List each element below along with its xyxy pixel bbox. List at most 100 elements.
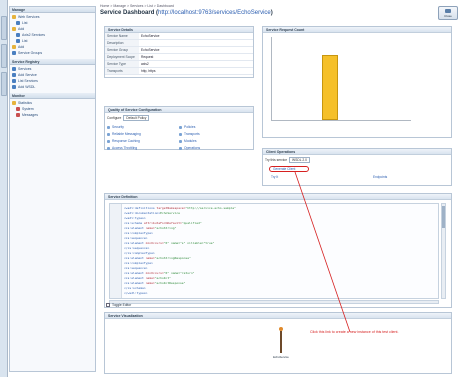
title-suffix: ) xyxy=(270,10,273,16)
link-icon xyxy=(107,133,110,136)
code-tag: </xs:schema> xyxy=(124,286,146,290)
folder-icon xyxy=(12,15,16,19)
panel-title: Service Definition xyxy=(105,194,451,200)
qos-link[interactable]: Operations xyxy=(179,145,251,152)
qos-link[interactable]: Security xyxy=(107,124,179,131)
request-count-chart xyxy=(271,37,411,121)
client-select-label: Try this service xyxy=(265,158,288,162)
link-icon xyxy=(179,126,182,129)
chart-bar xyxy=(322,55,339,120)
sidebar-item-label: Messages xyxy=(22,113,38,117)
code-tag: </xs:complexType> xyxy=(124,251,155,255)
vertical-tab-strip xyxy=(0,0,8,377)
qos-link-label: Reliable Messaging xyxy=(112,132,141,136)
code-value: "echoString" xyxy=(154,226,177,230)
detail-value: http, https xyxy=(139,68,253,75)
generate-client-link[interactable]: Generate Client xyxy=(269,166,309,172)
code-tag: <xs:element xyxy=(124,226,146,230)
horizontal-scrollbar[interactable] xyxy=(109,300,439,304)
code-tag: <xs:sequence> xyxy=(124,236,148,240)
close-button-label: Close xyxy=(444,13,452,18)
qos-config-label: Configure xyxy=(107,116,122,120)
tab-manage[interactable] xyxy=(1,16,7,40)
service-node[interactable]: EchoService xyxy=(273,327,289,361)
service-definition-panel: Service Definition <wsdl:definitions tar… xyxy=(104,193,452,308)
code-value: "0" name="return" xyxy=(163,271,195,275)
annotation-note: Click this link to create a new instance… xyxy=(310,330,399,334)
code-tag: <xs:schema xyxy=(124,221,144,225)
qos-link[interactable]: Access Throttling xyxy=(107,145,179,152)
panel-title: Service Visualization xyxy=(105,313,451,319)
code-tag: <xs:complexType> xyxy=(124,261,153,265)
detail-key: Transports xyxy=(105,68,139,75)
code-attribute: minOccurs= xyxy=(145,271,164,275)
folder-icon xyxy=(12,27,16,31)
service-icon xyxy=(12,67,16,71)
details-grid: Service Name EchoService Description Servic… xyxy=(105,33,253,75)
code-tag: <xs:sequence> xyxy=(124,266,148,270)
sidebar-item-label: Add WSDL xyxy=(18,85,36,89)
service-icon xyxy=(16,107,20,111)
sidebar: Manage Web Services List Add Axis2 Services… xyxy=(9,6,96,372)
page-header: Home > Manage > Services > List > Dashbo… xyxy=(100,4,458,20)
code-tag: <xs:element xyxy=(124,271,146,275)
toggle-editor-label: Toggle Editor xyxy=(112,303,132,307)
qos-link-label: Operations xyxy=(184,146,201,150)
endpoints-link[interactable]: Endpoints xyxy=(373,175,387,179)
qos-panel: Quality of Service Configuration Configu… xyxy=(104,106,254,150)
qos-policy-select[interactable]: Default Policy xyxy=(123,115,150,121)
title-prefix: Service Dashboard ( xyxy=(100,10,159,16)
page-title: Service Dashboard (http://localhost:9763… xyxy=(100,10,452,16)
code-value: "echoIntResponse" xyxy=(154,281,186,285)
qos-link[interactable]: Reliable Messaging xyxy=(107,131,179,138)
code-value: EchoService xyxy=(160,211,180,215)
service-icon xyxy=(12,79,16,83)
qos-link[interactable]: Transports xyxy=(179,131,251,138)
code-tag: <wsdl:documentation> xyxy=(124,211,161,215)
sidebar-item[interactable]: Service Groups xyxy=(10,50,95,56)
tab-configure[interactable] xyxy=(1,72,7,96)
try-it-link[interactable]: Try It xyxy=(271,175,278,179)
qos-link[interactable]: Response Caching xyxy=(107,138,179,145)
code-tag: <xs:complexType> xyxy=(124,231,153,235)
scrollbar-thumb[interactable] xyxy=(442,206,445,228)
sidebar-item-label: Service Groups xyxy=(18,51,43,55)
link-icon xyxy=(107,147,110,150)
sidebar-item[interactable]: Add WSDL xyxy=(10,84,95,90)
service-icon xyxy=(16,33,20,37)
qos-link[interactable]: Policies xyxy=(179,124,251,131)
code-tag: <wsdl:types> xyxy=(124,216,146,220)
code-value: "qualified" xyxy=(181,221,202,225)
breadcrumb[interactable]: Home > Manage > Services > List > Dashbo… xyxy=(100,4,452,8)
node-stem xyxy=(280,331,282,353)
detail-key: Service Name xyxy=(105,33,139,40)
code-attribute: attributeFormDefault= xyxy=(143,221,182,225)
client-wsdl-select[interactable]: WSDL 2.0 xyxy=(289,157,310,163)
code-tag: </wsdl:types> xyxy=(124,291,148,295)
code-attribute: name= xyxy=(145,276,155,280)
tab-monitor[interactable] xyxy=(1,44,7,68)
qos-link-label: Response Caching xyxy=(112,139,140,143)
toggle-editor-checkbox[interactable] xyxy=(106,303,110,307)
code-attribute: name= xyxy=(145,281,155,285)
close-button[interactable]: Close xyxy=(438,6,458,20)
detail-key: Description xyxy=(105,40,139,47)
wsdl-editor[interactable]: <wsdl:definitions targetNamespace="http:… xyxy=(109,203,439,299)
qos-link-label: Policies xyxy=(184,125,196,129)
sidebar-item[interactable]: Messages xyxy=(10,112,95,118)
qos-link-label: Transports xyxy=(184,132,200,136)
detail-key: Service Type xyxy=(105,61,139,68)
link-icon xyxy=(107,140,110,143)
code-tag: </xs:sequence> xyxy=(124,246,150,250)
qos-link[interactable]: Modules xyxy=(179,138,251,145)
detail-key: Deployment Scope xyxy=(105,54,139,61)
vertical-scrollbar[interactable] xyxy=(441,203,446,299)
code-tag: <xs:element xyxy=(124,241,146,245)
service-endpoint-link[interactable]: http://localhost:9763/services/EchoServi… xyxy=(158,10,271,16)
code-tag: <wsdl:definitions xyxy=(124,206,157,210)
qos-link-label: Modules xyxy=(184,139,197,143)
statistics-panel: Service Request Count xyxy=(262,26,452,138)
panel-title: Service Request Count xyxy=(263,27,451,33)
code-value: "0" name="s" nillable="true" xyxy=(163,241,215,245)
service-visualization-panel: Service Visualization EchoService xyxy=(104,312,452,374)
